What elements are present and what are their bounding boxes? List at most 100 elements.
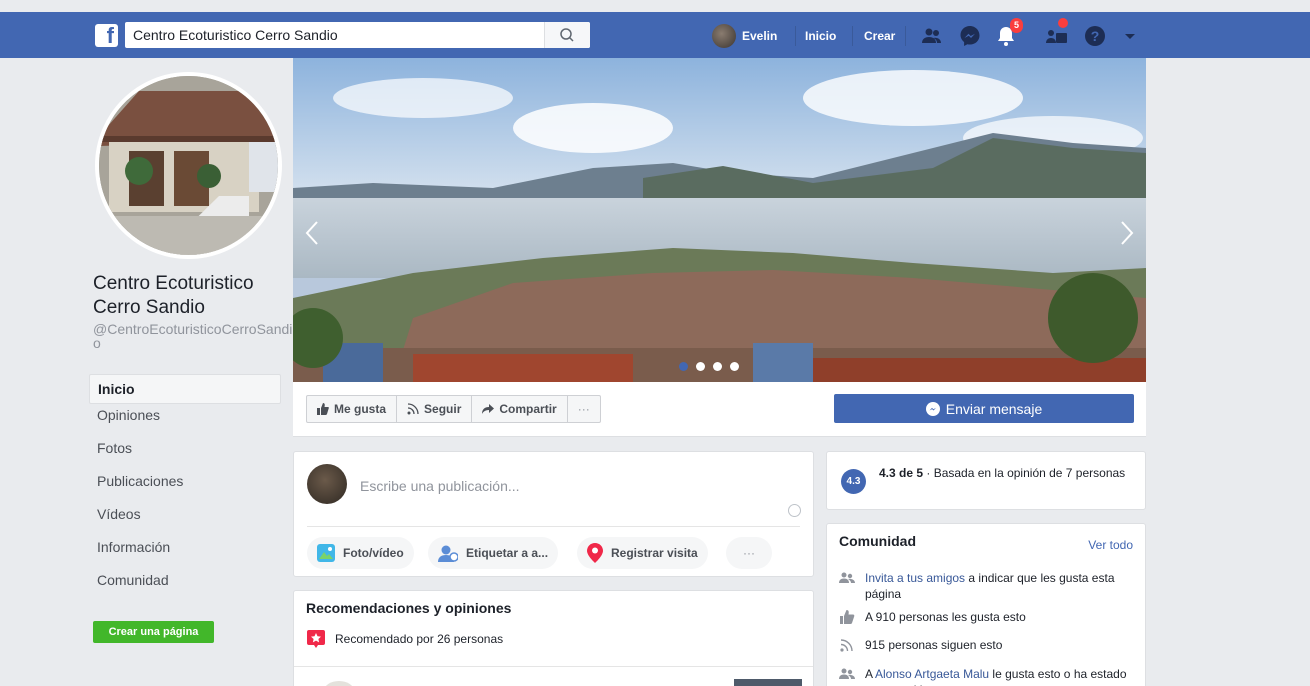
facebook-logo-icon[interactable]: f [95, 23, 118, 48]
photo-icon [317, 544, 335, 562]
sidebar-item-comunidad[interactable]: Comunidad [89, 572, 281, 605]
review-photo[interactable] [734, 679, 802, 686]
tag-people-label: Etiquetar a a... [466, 546, 549, 560]
carousel-dot[interactable] [696, 362, 705, 371]
svg-text:?: ? [1091, 28, 1100, 44]
check-in-button[interactable]: Registrar visita [577, 537, 708, 569]
create-link[interactable]: Crear [864, 29, 895, 43]
recommendations-summary: Recomendado por 26 personas [306, 629, 503, 649]
emoji-icon[interactable] [788, 504, 801, 517]
more-options-button[interactable]: ··· [568, 396, 600, 422]
likes-count: A 910 personas les gusta esto [865, 610, 1026, 624]
rating-score: 4.3 de 5 [879, 466, 924, 480]
profile-picture[interactable] [95, 72, 282, 259]
search-box [125, 22, 590, 48]
notifications-count-badge: 5 [1010, 18, 1023, 33]
divider [795, 26, 796, 46]
rss-follow-icon [840, 639, 853, 652]
previous-photo-arrow-icon[interactable] [303, 218, 323, 248]
thumbs-up-icon [317, 403, 329, 415]
top-bar: f Evelin Inicio Crear 5 ? [0, 0, 1310, 58]
page-username[interactable]: @CentroEcoturisticoCerroSandio [93, 322, 293, 350]
carousel-dot-active[interactable] [679, 362, 688, 371]
follows-count: 915 personas siguen esto [865, 638, 1003, 652]
user-name: Evelin [742, 29, 778, 43]
rating-badge: 4.3 [841, 469, 866, 494]
recommendations-title: Recomendaciones y opiniones [306, 600, 512, 616]
building-photo [99, 76, 278, 255]
lake-landscape-photo [293, 58, 1146, 382]
friends-icon [839, 668, 855, 679]
more-composer-options-button[interactable]: ··· [726, 537, 772, 569]
sidebar-item-videos[interactable]: Vídeos [89, 506, 281, 539]
tag-people-button[interactable]: Etiquetar a a... [428, 537, 559, 569]
avatar [712, 24, 736, 48]
share-page-button[interactable]: Compartir [472, 396, 568, 422]
sidebar-item-publicaciones[interactable]: Publicaciones [89, 473, 281, 506]
divider [307, 526, 800, 527]
pages-manager-icon[interactable] [1045, 24, 1069, 48]
search-input[interactable] [125, 22, 545, 48]
rating-card: 4.3 4.3 de 5 · Basada en la opinión de 7… [826, 451, 1146, 510]
sidebar-item-opiniones[interactable]: Opiniones [89, 407, 281, 440]
follow-page-button[interactable]: Seguir [397, 396, 473, 422]
composer-input[interactable]: Escribe una publicación... [360, 478, 520, 494]
sidebar-item-fotos[interactable]: Fotos [89, 440, 281, 473]
carousel-dot[interactable] [730, 362, 739, 371]
page-title: Centro Ecoturistico Cerro Sandio [93, 273, 254, 318]
divider [294, 666, 813, 667]
page-sidebar-nav: Inicio Opiniones Fotos Publicaciones Víd… [89, 374, 281, 605]
recommendations-card: Recomendaciones y opiniones Recomendado … [293, 590, 814, 686]
carousel-dot[interactable] [713, 362, 722, 371]
divider [905, 26, 906, 46]
cover-photo[interactable] [293, 58, 1146, 382]
friends-icon[interactable] [920, 24, 944, 48]
messenger-icon [925, 401, 940, 416]
photo-video-label: Foto/vídeo [343, 546, 404, 560]
create-page-button[interactable]: Crear una página [93, 621, 214, 643]
likes-row: A 910 personas les gusta esto [839, 609, 1139, 625]
rss-follow-icon [407, 403, 419, 415]
sidebar-item-inicio[interactable]: Inicio [89, 374, 281, 404]
profile-photo [99, 76, 278, 255]
share-label: Compartir [499, 402, 557, 416]
follow-label: Seguir [424, 402, 462, 416]
profile-link[interactable]: Evelin [712, 24, 777, 48]
reviewer-avatar [324, 681, 354, 686]
follows-row: 915 personas siguen esto [839, 637, 1139, 653]
carousel-dots [679, 362, 739, 371]
share-arrow-icon [482, 404, 495, 414]
friend-name-link[interactable]: Alonso Artgaeta Malu [875, 667, 989, 681]
page-actions-bar: Me gusta Seguir Compartir ··· Enviar men… [293, 382, 1146, 437]
like-page-button[interactable]: Me gusta [307, 396, 398, 422]
friend-activity-row: A Alonso Artgaeta Malu le gusta esto o h… [839, 666, 1139, 686]
chevron-down-icon[interactable] [1118, 24, 1142, 48]
tag-people-icon [438, 545, 458, 562]
search-button[interactable] [544, 22, 590, 48]
friends-icon [839, 572, 855, 583]
send-message-label: Enviar mensaje [945, 400, 1043, 417]
recommended-by-count: Recomendado por 26 personas [335, 632, 504, 646]
page-action-buttons: Me gusta Seguir Compartir ··· [306, 395, 601, 423]
sidebar-item-informacion[interactable]: Información [89, 539, 281, 572]
avatar [307, 464, 347, 504]
like-label: Me gusta [334, 402, 387, 416]
community-card: Comunidad Ver todo Invita a tus amigos a… [826, 523, 1146, 686]
next-photo-arrow-icon[interactable] [1116, 218, 1136, 248]
see-all-link[interactable]: Ver todo [1088, 538, 1133, 552]
photo-video-button[interactable]: Foto/vídeo [307, 537, 414, 569]
divider [852, 26, 853, 46]
messenger-icon[interactable] [958, 24, 982, 48]
home-link[interactable]: Inicio [805, 29, 836, 43]
new-activity-dot [1058, 18, 1068, 28]
friend-prefix: A [865, 667, 876, 681]
community-title: Comunidad [839, 533, 916, 549]
invite-friends-row: Invita a tus amigos a indicar que les gu… [839, 570, 1139, 602]
rating-summary: 4.3 de 5 · Basada en la opinión de 7 per… [879, 465, 1129, 481]
post-composer: Escribe una publicación... Foto/vídeo Et… [293, 451, 814, 577]
search-icon [560, 28, 574, 42]
invite-friends-link[interactable]: Invita a tus amigos [865, 571, 965, 585]
check-in-label: Registrar visita [611, 546, 698, 560]
help-icon[interactable]: ? [1083, 24, 1107, 48]
send-message-button[interactable]: Enviar mensaje [834, 394, 1134, 423]
